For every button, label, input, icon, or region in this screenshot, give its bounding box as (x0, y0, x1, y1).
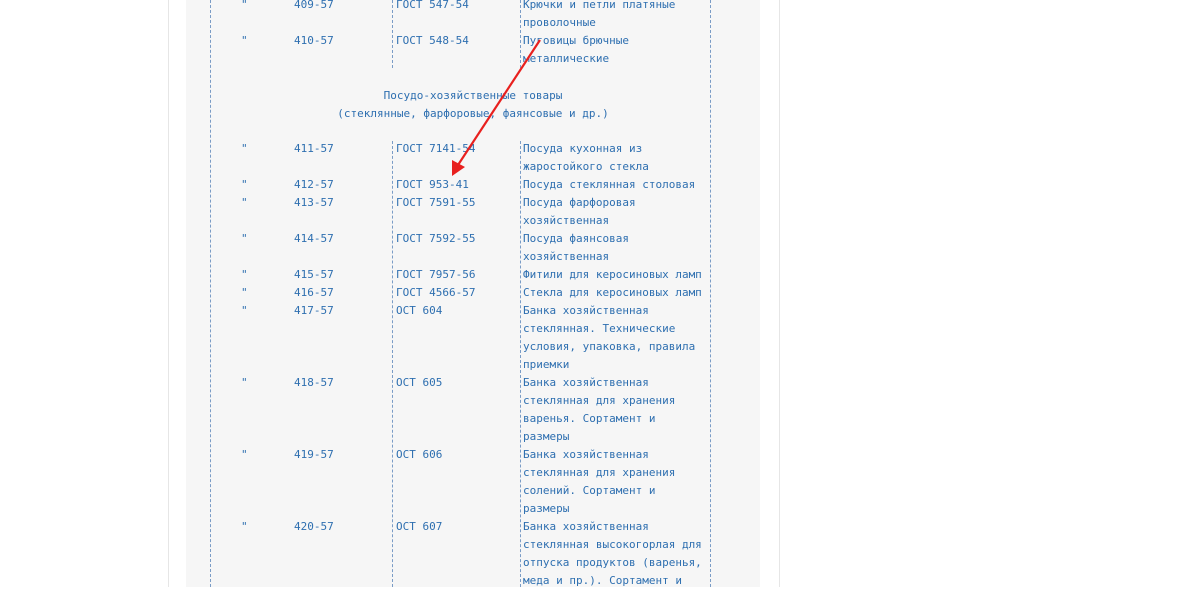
register-number: 413-57 (294, 196, 334, 209)
description-line: Банка хозяйственная (523, 304, 649, 317)
ditto-mark: " (241, 520, 248, 533)
column-rule-desc (520, 141, 521, 587)
description-line: размеры (523, 502, 570, 515)
column-rule-std (392, 141, 393, 587)
description-line: меда и пр.). Сортамент и (523, 574, 682, 587)
standard-code: ОСТ 607 (396, 520, 443, 533)
register-number: 411-57 (294, 142, 334, 155)
standard-code: ОСТ 606 (396, 448, 443, 461)
register-number: 416-57 (294, 286, 334, 299)
ditto-mark: " (241, 232, 248, 245)
description-line: Посуда стеклянная столовая (523, 178, 696, 191)
register-number: 415-57 (294, 268, 334, 281)
description-line: отпуска продуктов (варенья, (523, 556, 702, 569)
ditto-mark: " (241, 178, 248, 191)
description-line: размеры (523, 430, 570, 443)
description-line: Фитили для керосиновых ламп (523, 268, 702, 281)
description-line: хозяйственная (523, 214, 610, 227)
standard-code: ГОСТ 7141-54 (396, 142, 476, 155)
description-line: Пуговицы брючные (523, 34, 629, 47)
register-number: 410-57 (294, 34, 334, 47)
description-line: варенья. Сортамент и (523, 412, 656, 425)
description-line: Банка хозяйственная (523, 520, 649, 533)
register-number: 409-57 (294, 0, 334, 11)
register-number: 419-57 (294, 448, 334, 461)
register-number: 412-57 (294, 178, 334, 191)
description-line: металлические (523, 52, 610, 65)
standard-code: ГОСТ 7957-56 (396, 268, 476, 281)
ditto-mark: " (241, 286, 248, 299)
ditto-mark: " (241, 304, 248, 317)
register-number: 417-57 (294, 304, 334, 317)
ditto-mark: " (241, 196, 248, 209)
description-line: Стекла для керосиновых ламп (523, 286, 702, 299)
standard-code: ГОСТ 548-54 (396, 34, 469, 47)
standard-code: ГОСТ 547-54 (396, 0, 469, 11)
section-title: Посудо-хозяйственные товары (383, 89, 563, 102)
description-line: жаростойкого стекла (523, 160, 649, 173)
description-line: Банка хозяйственная (523, 448, 649, 461)
ditto-mark: " (241, 268, 248, 281)
description-line: хозяйственная (523, 250, 610, 263)
description-line: стеклянная для хранения (523, 466, 676, 479)
description-line: стеклянная высокогорлая для (523, 538, 702, 551)
standard-code: ОСТ 604 (396, 304, 443, 317)
standard-code: ОСТ 605 (396, 376, 443, 389)
register-number: 420-57 (294, 520, 334, 533)
register-number: 418-57 (294, 376, 334, 389)
description-line: стеклянная. Технические (523, 322, 676, 335)
ditto-mark: " (241, 448, 248, 461)
standard-code: ГОСТ 4566-57 (396, 286, 476, 299)
description-line: Посуда фарфоровая (523, 196, 636, 209)
description-line: Посуда кухонная из (523, 142, 643, 155)
description-line: Банка хозяйственная (523, 376, 649, 389)
description-line: приемки (523, 358, 570, 371)
description-line: условия, упаковка, правила (523, 340, 696, 353)
description-line: стеклянная для хранения (523, 394, 676, 407)
ditto-mark: " (241, 142, 248, 155)
description-line: солений. Сортамент и (523, 484, 656, 497)
standard-code: ГОСТ 7592-55 (396, 232, 476, 245)
column-rule-std-top (392, 0, 393, 68)
standard-code: ГОСТ 7591-55 (396, 196, 476, 209)
description-line: проволочные (523, 16, 596, 29)
ditto-mark: " (241, 34, 248, 47)
register-number: 414-57 (294, 232, 334, 245)
column-rule-desc-top (520, 0, 521, 68)
section-subtitle: (стеклянные, фарфоровые, фаянсовые и др.… (337, 107, 609, 120)
ditto-mark: " (241, 0, 248, 11)
description-line: Крючки и петли платяные (523, 0, 676, 11)
description-line: Посуда фаянсовая (523, 232, 629, 245)
standard-code: ГОСТ 953-41 (396, 178, 469, 191)
ditto-mark: " (241, 376, 248, 389)
